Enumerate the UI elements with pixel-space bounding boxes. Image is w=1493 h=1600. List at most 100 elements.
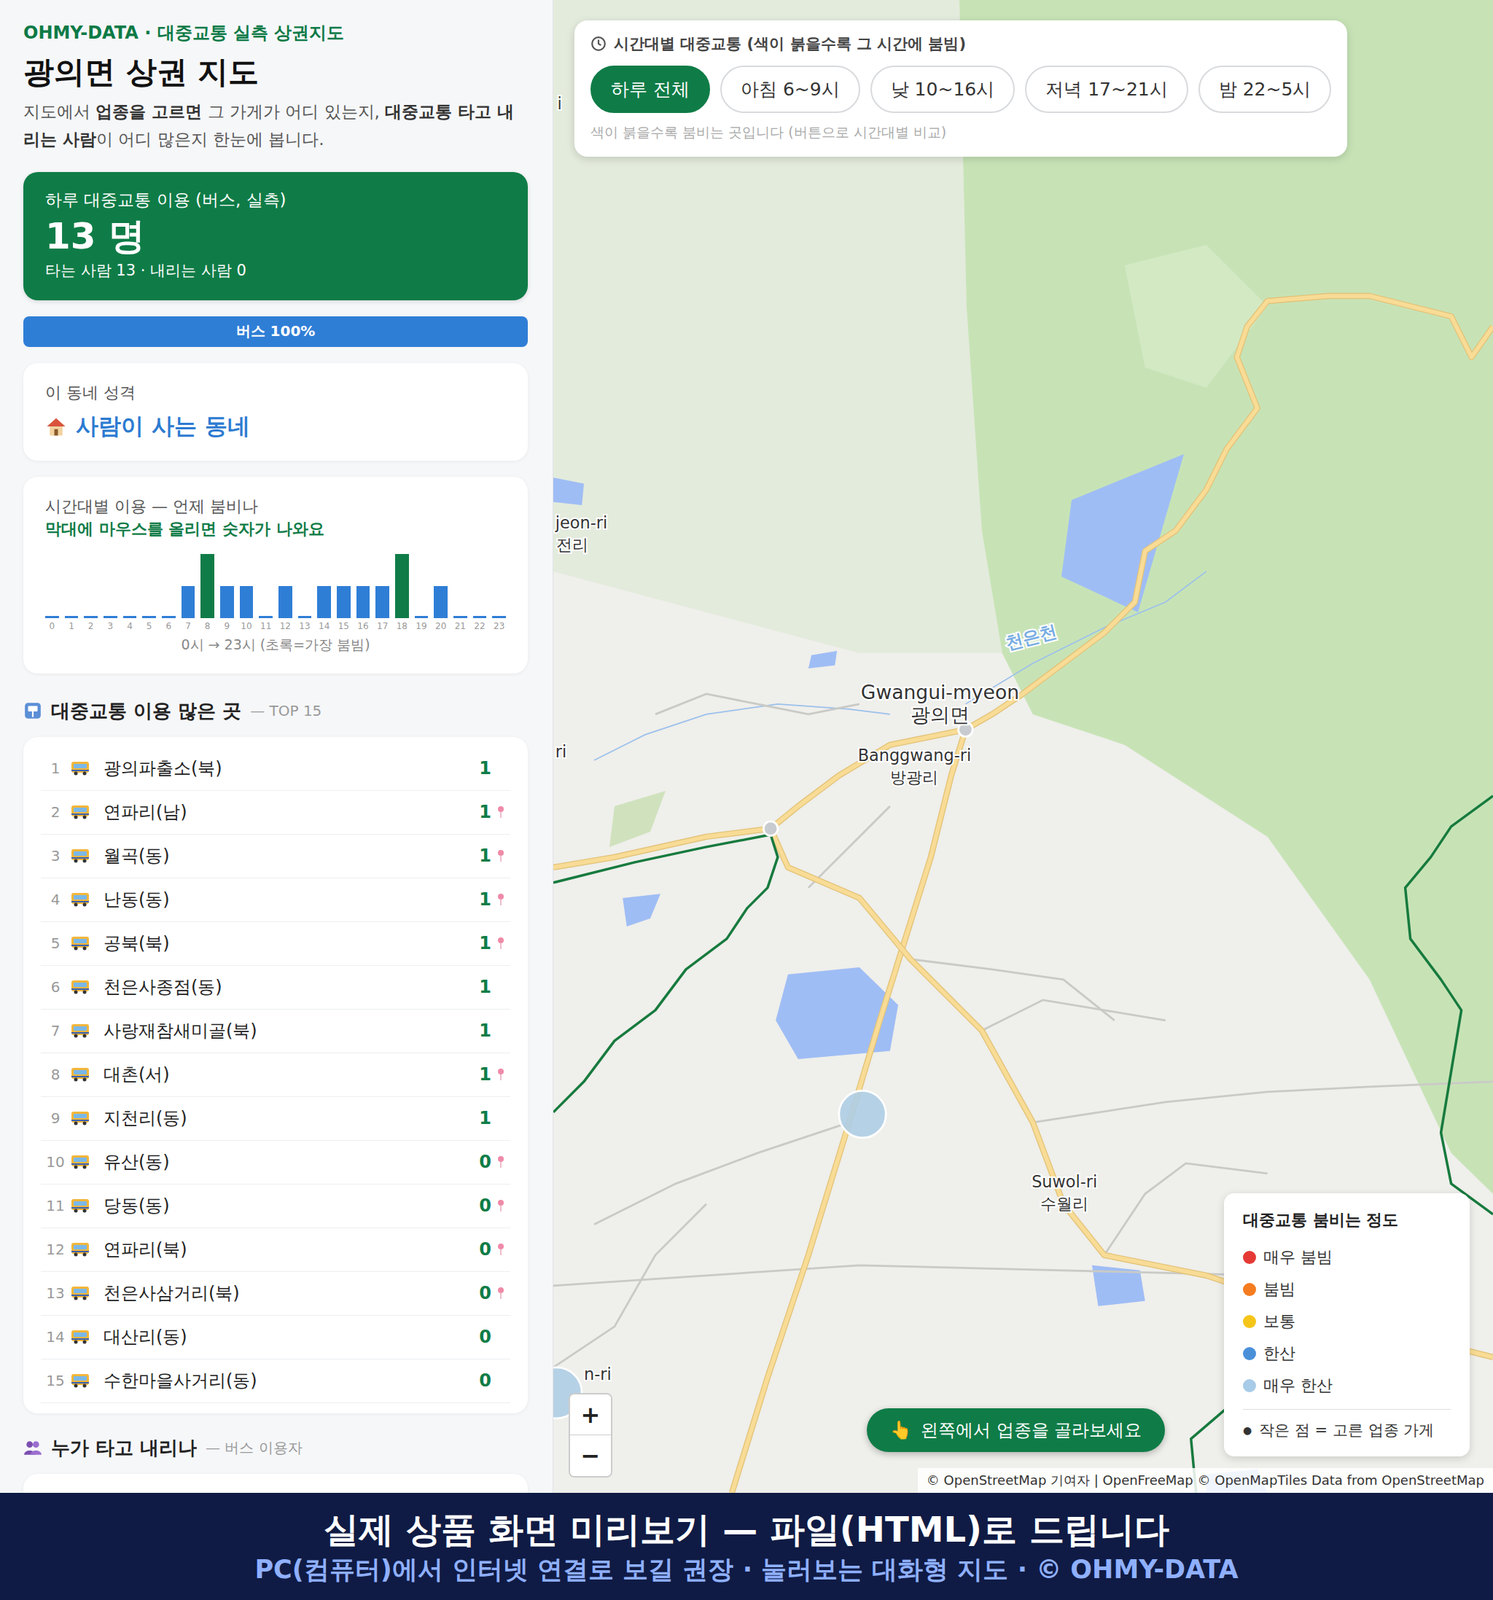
legend-title: 대중교통 붐비는 정도 [1242, 1209, 1451, 1232]
bar-column [258, 551, 273, 619]
stop-count: 1 [478, 1108, 492, 1129]
time-filter-buttons: 하루 전체아침 6~9시낮 10~16시저녁 17~21시밤 22~5시 [590, 65, 1332, 113]
stop-row[interactable]: 4 난동(동) 1 [40, 878, 511, 923]
bar-column [161, 551, 176, 619]
stop-row[interactable]: 9 지천리(동) 1 [40, 1097, 511, 1141]
stop-name: 수한마을사거리(동) [99, 1369, 479, 1393]
bar-column [336, 551, 351, 619]
hour-bar[interactable] [258, 616, 273, 619]
preview-banner: 실제 상품 화면 미리보기 — 파일(HTML)로 드립니다 PC(컴퓨터)에서… [0, 1493, 1493, 1600]
hour-bar[interactable] [492, 616, 506, 619]
bar-column [181, 551, 196, 619]
stop-count: 0 [478, 1151, 492, 1173]
hour-bar[interactable] [278, 586, 293, 619]
hour-bar[interactable] [375, 586, 390, 619]
stop-name: 연파리(남) [99, 800, 479, 824]
chart-tick: 22 [473, 621, 487, 632]
chart-tick: 5 [142, 621, 157, 632]
map-label: jeon-ri [554, 513, 608, 533]
stop-row[interactable]: 14 대산리(동) 0 [40, 1315, 511, 1360]
stop-row[interactable]: 12 연파리(북) 0 [40, 1228, 511, 1273]
stop-name: 지천리(동) [99, 1106, 479, 1130]
pin-icon [496, 893, 506, 907]
chart-tick: 11 [258, 621, 273, 632]
hour-bar[interactable] [45, 616, 60, 619]
stop-name: 연파리(북) [99, 1237, 479, 1262]
hour-bar[interactable] [317, 586, 331, 619]
stop-name: 대산리(동) [99, 1325, 479, 1349]
map-attribution[interactable]: © OpenStreetMap 기여자 | OpenFreeMap © Open… [917, 1468, 1493, 1493]
bar-column [200, 551, 215, 619]
bar-column [64, 551, 79, 619]
chart-caption: 0시 → 23시 (초록=가장 붐빔) [45, 635, 506, 655]
hour-bar[interactable] [414, 616, 429, 619]
riders-heading: 누가 타고 내리나 — 버스 이용자 [23, 1435, 528, 1461]
stop-row[interactable]: 8 대촌(서) 1 [40, 1053, 511, 1098]
hour-bar[interactable] [473, 616, 487, 619]
bar-column [220, 551, 235, 619]
hour-bar[interactable] [298, 616, 313, 619]
chart-tick: 3 [103, 621, 118, 632]
chart-tick: 16 [356, 621, 371, 632]
stop-count: 0 [478, 1195, 492, 1216]
chart-tick: 7 [181, 621, 196, 632]
stop-row[interactable]: 6 천은사종점(동) 1 [40, 965, 511, 1010]
chart-tick: 12 [278, 621, 293, 632]
pick-category-button[interactable]: 👆 왼쪽에서 업종을 골라보세요 [866, 1408, 1165, 1453]
zoom-out-button[interactable]: − [570, 1435, 611, 1477]
legend-item: 매우 붐빔 [1242, 1241, 1451, 1274]
stop-row[interactable]: 2 연파리(남) 1 [40, 790, 511, 835]
hour-bar[interactable] [433, 586, 448, 619]
stop-row[interactable]: 11 당동(동) 0 [40, 1184, 511, 1229]
hour-bar[interactable] [200, 554, 215, 619]
hour-bar[interactable] [64, 616, 79, 619]
hour-bar[interactable] [161, 616, 176, 619]
hour-bar[interactable] [103, 616, 118, 619]
legend-item: 보통 [1242, 1305, 1451, 1338]
pin-slot [491, 1286, 511, 1300]
hour-bar[interactable] [142, 616, 157, 619]
stop-rank: 9 [40, 1109, 70, 1128]
bar-column [492, 551, 506, 619]
hour-bar[interactable] [336, 586, 351, 619]
zoom-in-button[interactable]: + [570, 1394, 611, 1436]
stop-row[interactable]: 15 수한마을사거리(동) 0 [40, 1359, 511, 1404]
stop-row[interactable]: 7 사랑재참새미골(북) 1 [40, 1009, 511, 1054]
map-label: 광의면 [910, 703, 970, 727]
hour-bar[interactable] [220, 586, 235, 619]
time-filter-button[interactable]: 낮 10~16시 [870, 65, 1016, 113]
stop-row[interactable]: 1 광의파출소(북) 1 [40, 747, 511, 791]
hour-bar[interactable] [356, 586, 371, 619]
time-filter-button[interactable]: 하루 전체 [590, 65, 711, 113]
chart-tick: 4 [123, 621, 138, 632]
time-filter-button[interactable]: 저녁 17~21시 [1024, 65, 1189, 113]
stop-row[interactable]: 3 월곡(동) 1 [40, 834, 511, 879]
stop-row[interactable]: 5 공북(북) 1 [40, 922, 511, 966]
hour-bar[interactable] [181, 586, 196, 619]
bus-icon [69, 1372, 91, 1389]
map-label: Gwangui-myeon [860, 680, 1020, 704]
banner-subtitle: PC(컴퓨터)에서 인터넷 연결로 보길 권장 · 눌러보는 대화형 지도 · … [254, 1554, 1238, 1587]
bus-stop-icon [23, 701, 43, 721]
time-filter-button[interactable]: 밤 22~5시 [1198, 65, 1332, 113]
bar-chart [45, 551, 506, 619]
stop-marker[interactable] [839, 1090, 886, 1138]
chart-title: 시간대별 이용 — 언제 붐비나 [45, 495, 506, 519]
stop-rank: 13 [40, 1284, 70, 1303]
stop-row[interactable]: 13 천은사삼거리(북) 0 [40, 1272, 511, 1316]
summary-detail: 타는 사람 13 · 내리는 사람 0 [45, 260, 506, 281]
hour-bar[interactable] [453, 616, 468, 619]
description-segment: 업종을 고르면 [95, 102, 202, 122]
hour-bar[interactable] [123, 616, 138, 619]
house-icon [45, 415, 68, 438]
map-label: Banggwang-ri [858, 745, 972, 765]
hour-bar[interactable] [83, 616, 98, 619]
bar-column [395, 551, 409, 619]
hour-bar[interactable] [239, 586, 254, 619]
stop-row[interactable]: 10 유산(동) 0 [40, 1140, 511, 1185]
stop-rank: 11 [40, 1197, 70, 1215]
bar-column [278, 551, 293, 619]
map[interactable]: ijeon-ri전리ri천은천Gwangui-myeon광의면Banggwang… [553, 0, 1493, 1493]
time-filter-button[interactable]: 아침 6~9시 [720, 65, 861, 113]
hour-bar[interactable] [395, 554, 409, 619]
